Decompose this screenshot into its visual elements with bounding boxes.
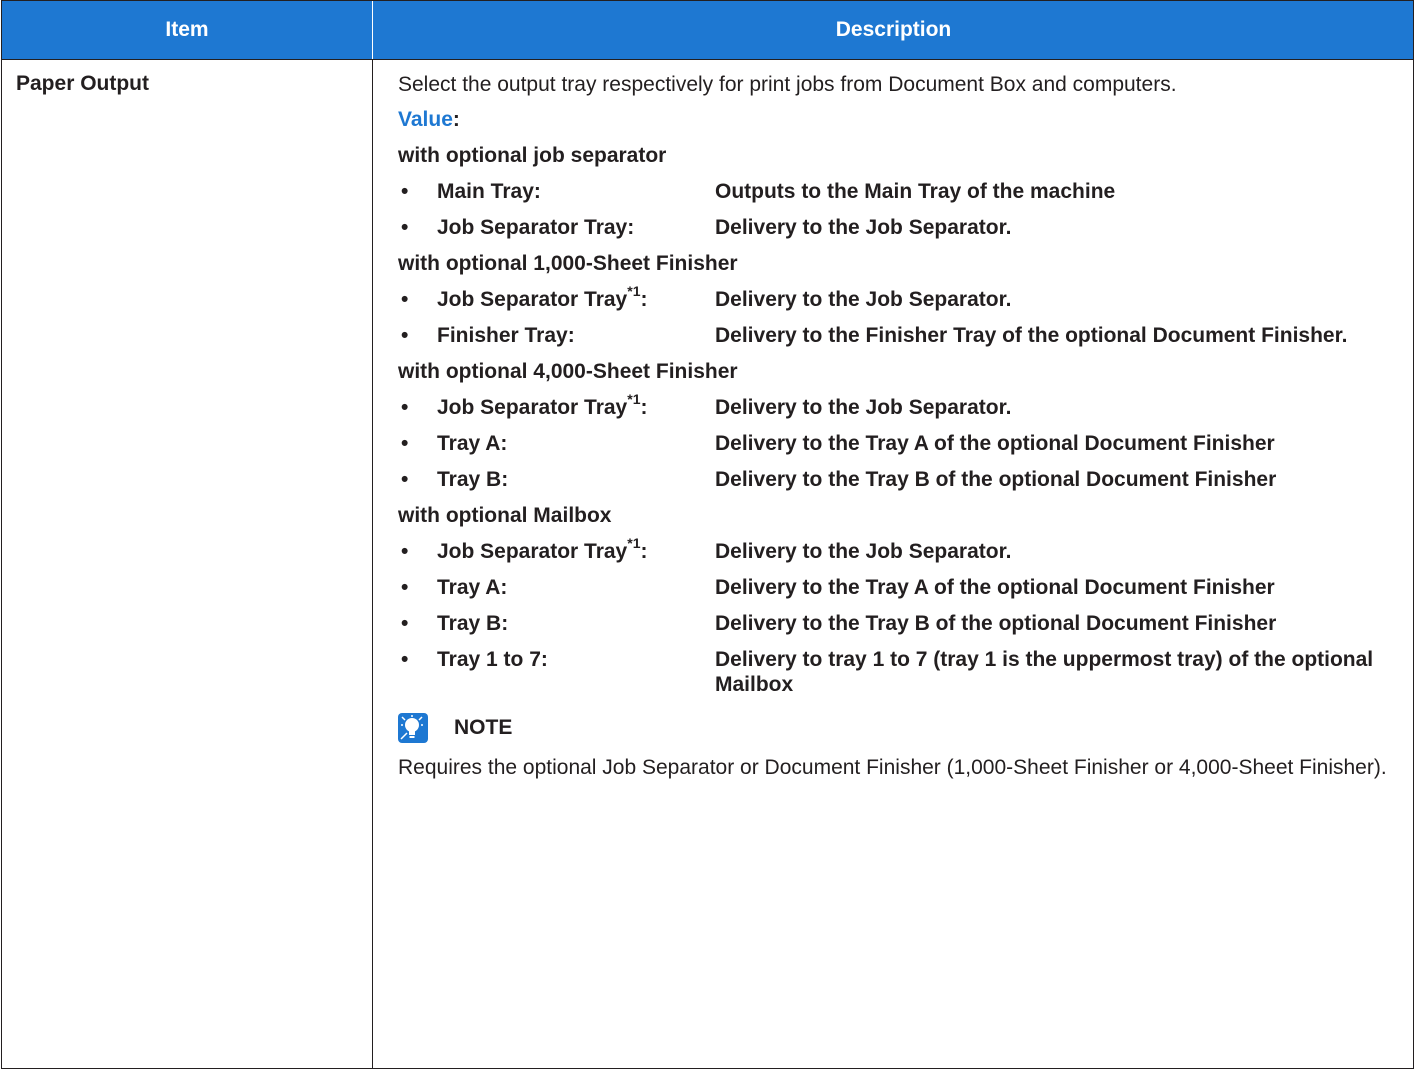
option-item: • Job Separator Tray*1: Delivery to the Jo…	[398, 536, 1398, 564]
option-description: Delivery to the Finisher Tray of the opt…	[715, 324, 1348, 347]
option-item: • Tray A: Delivery to the Tray A of the op…	[398, 575, 1398, 600]
option-name-colon: :	[640, 288, 648, 311]
option-description: Outputs to the Main Tray of the machine	[715, 180, 1116, 203]
option-name: Tray A:	[437, 431, 507, 456]
bullet: •	[401, 216, 409, 239]
option-name-text: Tray A:	[437, 576, 508, 599]
option-name: Job Separator Tray:	[437, 215, 634, 240]
lightbulb-note-icon	[398, 713, 428, 743]
bullet: •	[401, 540, 409, 563]
column-divider	[372, 1, 373, 1068]
option-description: Delivery to the Job Separator.	[715, 540, 1012, 563]
description-cell: Select the output tray respectively for …	[398, 72, 1398, 782]
bullet: •	[401, 324, 409, 347]
option-name: Job Separator Tray*1:	[437, 284, 648, 312]
bullet: •	[401, 288, 409, 311]
value-colon: :	[452, 108, 460, 131]
item-paper-output: Paper Output	[16, 72, 150, 95]
description-intro: Select the output tray respectively for …	[398, 73, 1177, 96]
option-item: • Job Separator Tray: Delivery to the Job …	[398, 215, 1398, 240]
option-description: Delivery to the Job Separator.	[715, 288, 1012, 311]
option-name-text: Tray B:	[437, 612, 509, 635]
option-name-text: Job Separator Tray	[437, 540, 628, 563]
option-name-text: Tray A:	[437, 432, 508, 455]
option-name: Tray B:	[437, 611, 508, 636]
footnote-marker: *1	[627, 391, 641, 407]
header-divider	[372, 1, 373, 59]
option-name-text: Tray 1 to 7:	[437, 648, 548, 671]
option-name: Job Separator Tray*1:	[437, 536, 648, 564]
value-heading: Value:	[398, 107, 1398, 132]
bullet: •	[401, 180, 409, 203]
option-name: Tray A:	[437, 575, 507, 600]
footnote-marker: *1	[627, 283, 641, 299]
option-item: • Tray B: Delivery to the Tray B of the op…	[398, 611, 1398, 636]
option-name-text: Main Tray:	[437, 180, 541, 203]
option-description: Delivery to the Tray B of the optional D…	[715, 612, 1277, 635]
option-item: • Job Separator Tray*1: Delivery to the Jo…	[398, 392, 1398, 420]
option-name-text: Job Separator Tray	[437, 288, 628, 311]
bullet: •	[401, 396, 409, 419]
option-item: • Tray 1 to 7: Delivery to tray 1 to 7 (tr…	[398, 647, 1398, 697]
option-item: • Finisher Tray: Delivery to the Finisher …	[398, 323, 1398, 348]
option-item: • Job Separator Tray*1: Delivery to the Jo…	[398, 284, 1398, 312]
group-heading: with optional 1,000-Sheet Finisher	[398, 252, 738, 275]
option-name-colon: :	[640, 396, 648, 419]
group-heading: with optional job separator	[398, 144, 667, 167]
option-item: • Main Tray: Outputs to the Main Tray of t…	[398, 179, 1398, 204]
option-name: Tray B:	[437, 467, 508, 492]
option-name-text: Tray B:	[437, 468, 509, 491]
option-description: Delivery to the Tray A of the optional D…	[715, 576, 1275, 599]
option-name: Job Separator Tray*1:	[437, 392, 648, 420]
option-name: Finisher Tray:	[437, 323, 575, 348]
table-header: Item Description	[2, 1, 1413, 59]
settings-table: Item Description Paper Output Select the…	[1, 0, 1414, 1069]
bullet: •	[401, 432, 409, 455]
header-item: Item	[165, 18, 209, 41]
option-name: Tray 1 to 7:	[437, 647, 548, 672]
group-heading: with optional 4,000-Sheet Finisher	[398, 360, 738, 383]
bullet: •	[401, 468, 409, 491]
option-name-text: Job Separator Tray:	[437, 216, 635, 239]
option-name-text: Finisher Tray:	[437, 324, 575, 347]
option-description: Delivery to tray 1 to 7 (tray 1 is the u…	[715, 648, 1374, 696]
option-item: • Tray A: Delivery to the Tray A of the op…	[398, 431, 1398, 456]
option-description: Delivery to the Tray B of the optional D…	[715, 468, 1277, 491]
option-description: Delivery to the Job Separator.	[715, 396, 1012, 419]
option-item: • Tray B: Delivery to the Tray B of the op…	[398, 467, 1398, 492]
note-heading: NOTE	[398, 713, 1398, 743]
option-name-colon: :	[640, 540, 648, 563]
header-rule	[2, 59, 1413, 60]
value-label: Value	[398, 108, 453, 131]
bullet: •	[401, 576, 409, 599]
footnote-marker: *1	[627, 535, 641, 551]
option-description: Delivery to the Job Separator.	[715, 216, 1012, 239]
note-label: NOTE	[454, 716, 513, 739]
bullet: •	[401, 648, 409, 671]
option-name-text: Job Separator Tray	[437, 396, 628, 419]
bullet: •	[401, 612, 409, 635]
header-description: Description	[835, 18, 952, 41]
option-groups: with optional job separator • Main Tray: Ou…	[398, 143, 1398, 697]
option-description: Delivery to the Tray A of the optional D…	[715, 432, 1275, 455]
note-text: Requires the optional Job Separator or D…	[398, 756, 1387, 779]
option-name: Main Tray:	[437, 179, 541, 204]
group-heading: with optional Mailbox	[398, 504, 612, 527]
